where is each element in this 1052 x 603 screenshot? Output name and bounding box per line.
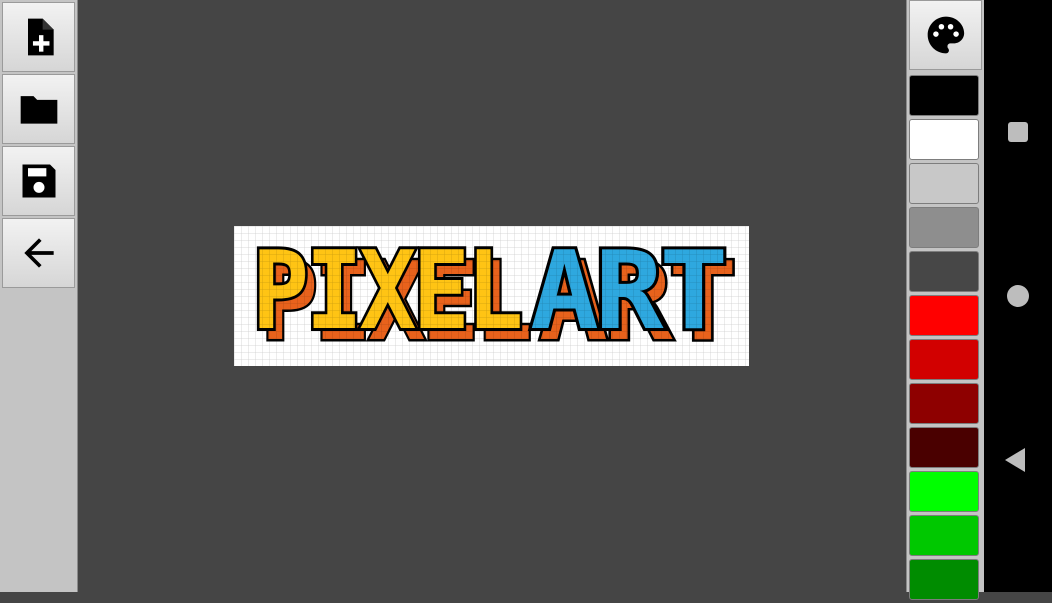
system-back-button[interactable] bbox=[984, 430, 1052, 490]
back-button[interactable] bbox=[2, 218, 75, 288]
color-swatch[interactable] bbox=[909, 339, 979, 380]
pixel-art-image: PIXEL ART PIXEL ART bbox=[234, 226, 749, 366]
system-nav-bar bbox=[984, 0, 1052, 592]
new-file-button[interactable] bbox=[2, 2, 75, 72]
color-swatch[interactable] bbox=[909, 251, 979, 292]
swatch-list bbox=[909, 75, 980, 603]
color-swatch[interactable] bbox=[909, 295, 979, 336]
color-swatch[interactable] bbox=[909, 471, 979, 512]
color-swatch[interactable] bbox=[909, 515, 979, 556]
color-swatch[interactable] bbox=[909, 559, 979, 600]
color-swatch[interactable] bbox=[909, 119, 979, 160]
drawing-canvas[interactable]: PIXEL ART PIXEL ART bbox=[234, 226, 749, 366]
save-icon bbox=[22, 164, 55, 198]
home-button[interactable] bbox=[984, 266, 1052, 326]
palette-icon bbox=[927, 16, 964, 54]
recents-button[interactable] bbox=[984, 102, 1052, 162]
color-palette-panel bbox=[906, 0, 984, 600]
open-folder-button[interactable] bbox=[2, 74, 75, 144]
color-swatch[interactable] bbox=[909, 427, 979, 468]
save-button[interactable] bbox=[2, 146, 75, 216]
back-triangle-icon bbox=[1005, 448, 1025, 472]
color-swatch[interactable] bbox=[909, 207, 979, 248]
color-swatch[interactable] bbox=[909, 383, 979, 424]
folder-icon bbox=[20, 96, 57, 124]
arrow-back-icon bbox=[23, 238, 54, 268]
new-file-icon bbox=[27, 18, 54, 56]
left-toolbar bbox=[0, 0, 78, 592]
recents-icon bbox=[1008, 122, 1028, 142]
color-swatch[interactable] bbox=[909, 163, 979, 204]
home-icon bbox=[1007, 285, 1029, 307]
palette-button[interactable] bbox=[909, 0, 982, 70]
color-swatch[interactable] bbox=[909, 75, 979, 116]
